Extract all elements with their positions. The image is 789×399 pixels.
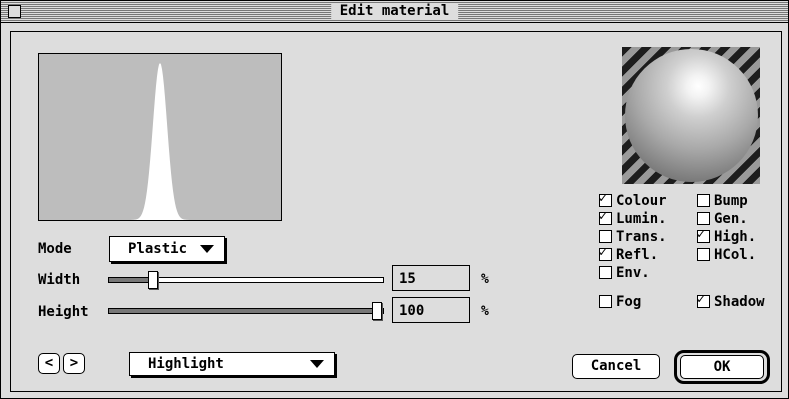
width-slider-fill — [109, 278, 151, 282]
dialog-window: Edit material Mode Plastic Width 15 % He… — [0, 0, 789, 399]
check-icon: ✓ — [599, 209, 607, 224]
check-icon: ✓ — [599, 191, 607, 206]
cancel-button[interactable]: Cancel — [572, 354, 660, 379]
chevron-down-icon — [200, 245, 214, 253]
width-unit: % — [481, 272, 489, 287]
height-slider-fill — [109, 309, 375, 313]
material-preview — [622, 47, 760, 184]
highlight-curve — [39, 63, 281, 220]
height-field[interactable]: 100 — [392, 297, 470, 323]
page-select-dropdown[interactable]: Highlight — [129, 352, 335, 376]
mode-dropdown[interactable]: Plastic — [109, 236, 225, 262]
prev-button[interactable]: < — [38, 353, 60, 374]
chevron-down-icon — [310, 360, 324, 368]
page-select-value: Highlight — [148, 356, 224, 372]
height-slider-thumb[interactable] — [372, 302, 382, 320]
content-panel: Mode Plastic Width 15 % Height 100 % ✓ Co… — [10, 31, 782, 392]
highlight-graph — [38, 53, 282, 221]
mode-label: Mode — [38, 241, 72, 257]
window-title: Edit material — [330, 3, 459, 20]
ok-button[interactable]: OK — [680, 355, 764, 379]
check-icon: ✓ — [697, 227, 705, 242]
preview-sphere — [625, 49, 758, 182]
mode-value: Plastic — [128, 241, 188, 257]
check-icon: ✓ — [599, 245, 607, 260]
check-icon: ✓ — [697, 292, 705, 307]
width-label: Width — [38, 272, 81, 288]
title-bar[interactable]: Edit material — [1, 1, 788, 23]
next-button[interactable]: > — [63, 353, 85, 374]
close-box[interactable] — [8, 5, 21, 18]
width-slider-thumb[interactable] — [147, 271, 158, 289]
width-field[interactable]: 15 — [392, 265, 470, 291]
height-unit: % — [481, 304, 489, 319]
height-slider[interactable] — [108, 308, 384, 314]
height-label: Height — [38, 304, 89, 320]
